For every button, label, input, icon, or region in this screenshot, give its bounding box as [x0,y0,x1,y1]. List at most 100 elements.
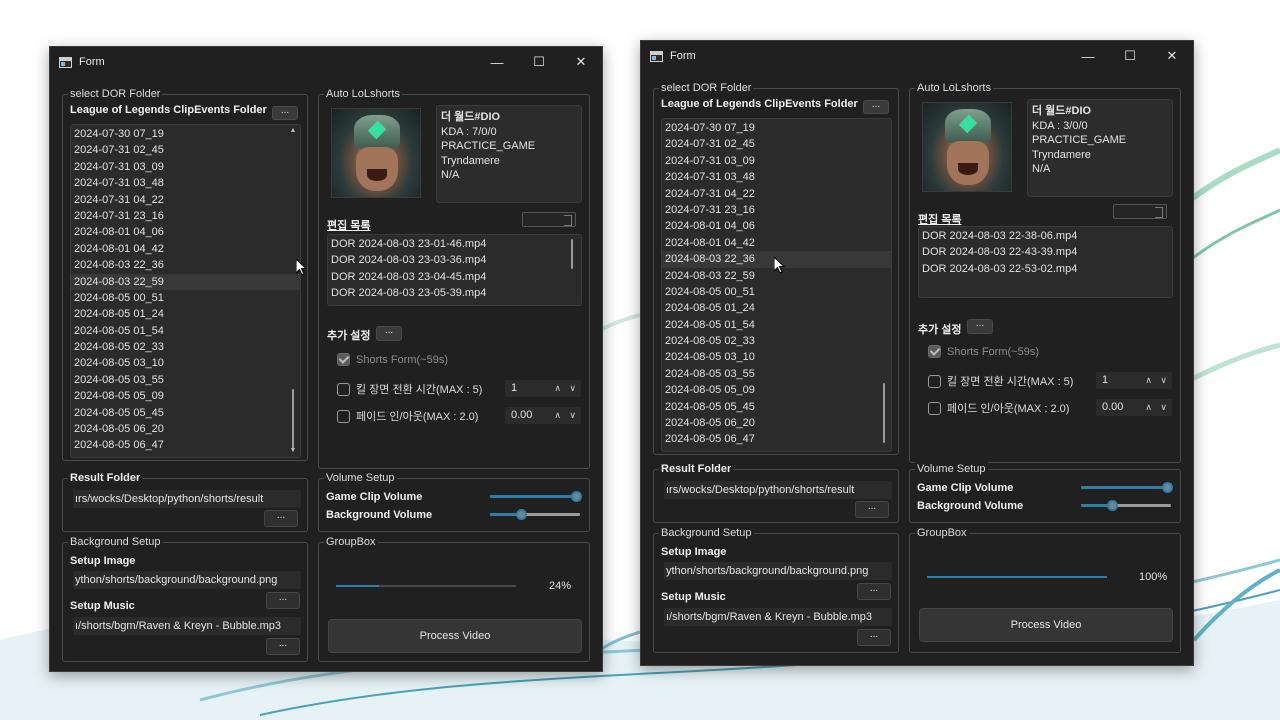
game-clip-volume-slider[interactable] [490,491,583,502]
dor-folder-list[interactable]: 2024-07-30 07_19 2024-07-31 02_45 2024-07-… [70,124,301,458]
dor-folder-list[interactable]: 2024-07-30 07_19 2024-07-31 02_45 2024-07-… [661,118,892,452]
folder-list-item[interactable]: 2024-08-05 03_55 [662,366,891,382]
edit-scrollbar-thumb[interactable] [571,239,573,269]
folder-list-item[interactable]: 2024-07-31 04_22 [662,186,891,202]
spin-down-icon[interactable]: ∨ [569,407,576,424]
result-folder-browse-button[interactable]: ... [855,501,889,518]
edit-file-list[interactable]: DOR 2024-08-03 23-01-46.mp4 DOR 2024-08-0… [327,234,582,306]
folder-list-item[interactable]: 2024-08-03 22_59 [71,273,300,290]
extra-settings-button[interactable]: ... [967,319,993,334]
scrollbar-thumb[interactable] [292,389,294,449]
fade-checkbox[interactable]: 페이드 인/아웃(MAX : 2.0) [337,408,478,424]
title-bar[interactable]: Form — ☐ ✕ [50,47,602,77]
spin-down-icon[interactable]: ∨ [1160,399,1167,416]
folder-list-item[interactable]: 2024-08-05 06_47 [662,431,891,447]
folder-list-item[interactable]: 2024-07-31 04_22 [71,192,300,208]
folder-list-item[interactable]: 2024-07-31 23_16 [71,208,300,224]
folder-list-item[interactable]: 2024-07-31 23_16 [662,202,891,218]
spin-down-icon[interactable]: ∨ [1160,372,1167,389]
folder-list-item[interactable]: 2024-08-05 05_45 [71,405,300,421]
setup-music-browse-button[interactable]: ... [266,638,300,655]
setup-music-browse-button[interactable]: ... [857,629,891,646]
folder-list-item[interactable]: 2024-08-05 02_33 [71,339,300,355]
folder-list-item[interactable]: 2024-08-05 06_20 [71,421,300,437]
setup-image-browse-button[interactable]: ... [857,583,891,600]
setup-music-path[interactable]: ı/shorts/bgm/Raven & Kreyn - Bubble.mp3 [73,617,301,635]
spin-up-icon[interactable]: ∧ [1145,399,1152,416]
kill-transition-spinbox[interactable]: 1 ∧ ∨ [1096,372,1172,389]
edit-file-list[interactable]: DOR 2024-08-03 22-38-06.mp4 DOR 2024-08-0… [918,226,1173,298]
fade-spinbox[interactable]: 0.00 ∧ ∨ [1096,399,1172,416]
scrollbar-thumb[interactable] [883,383,885,443]
kill-transition-checkbox[interactable]: 킬 장면 전환 시간(MAX : 5) [928,373,1073,389]
extra-settings-button[interactable]: ... [376,326,402,341]
folder-list-item[interactable]: 2024-07-31 03_48 [71,175,300,191]
folder-list-item[interactable]: 2024-08-01 04_42 [71,241,300,257]
setup-image-path[interactable]: ython/shorts/background/background.png [664,562,892,580]
folder-list-item[interactable]: 2024-08-05 03_55 [71,372,300,388]
close-icon[interactable]: ✕ [560,47,602,77]
edit-file-item[interactable]: DOR 2024-08-03 23-04-45.mp4 [328,269,581,285]
folder-list-item[interactable]: 2024-08-01 04_06 [71,224,300,240]
folder-list-item[interactable]: 2024-08-01 04_42 [662,235,891,251]
folder-list-item[interactable]: 2024-08-05 00_51 [71,290,300,306]
edit-file-item[interactable]: DOR 2024-08-03 22-38-06.mp4 [919,228,1172,244]
folder-list-item[interactable]: 2024-08-05 03_10 [71,355,300,371]
setup-music-path[interactable]: ı/shorts/bgm/Raven & Kreyn - Bubble.mp3 [664,608,892,626]
edit-file-item[interactable]: DOR 2024-08-03 23-05-39.mp4 [328,285,581,301]
folder-list-item[interactable]: 2024-07-30 07_19 [662,120,891,136]
spin-down-icon[interactable]: ∨ [569,380,576,397]
process-video-button[interactable]: Process Video [919,608,1173,642]
close-icon[interactable]: ✕ [1151,41,1193,71]
folder-list-item[interactable]: 2024-07-31 02_45 [662,136,891,152]
slider-handle[interactable] [1106,500,1118,511]
folder-list-item[interactable]: 2024-08-05 05_09 [71,388,300,404]
title-bar[interactable]: Form — ☐ ✕ [641,41,1193,71]
scroll-down-icon[interactable]: ▼ [289,447,297,455]
fade-checkbox[interactable]: 페이드 인/아웃(MAX : 2.0) [928,400,1069,416]
shorts-form-checkbox[interactable]: Shorts Form(~59s) [337,353,448,366]
maximize-icon[interactable]: ☐ [1109,41,1151,71]
folder-list-scrollbar[interactable] [879,121,889,449]
folder-list-item[interactable]: 2024-08-05 01_24 [662,300,891,316]
shorts-form-checkbox[interactable]: Shorts Form(~59s) [928,345,1039,358]
setup-image-browse-button[interactable]: ... [266,592,300,609]
background-volume-slider[interactable] [1081,500,1171,511]
result-folder-path[interactable]: ırs/wocks/Desktop/python/shorts/result [73,490,301,508]
clip-folder-browse-button[interactable]: ... [272,106,298,120]
game-clip-volume-slider[interactable] [1081,482,1174,493]
folder-list-item[interactable]: 2024-08-05 03_10 [662,349,891,365]
slider-handle[interactable] [515,509,527,520]
folder-list-item[interactable]: 2024-08-05 05_09 [662,382,891,398]
kill-transition-checkbox[interactable]: 킬 장면 전환 시간(MAX : 5) [337,381,482,397]
result-folder-path[interactable]: ırs/wocks/Desktop/python/shorts/result [664,481,892,499]
folder-list-item[interactable]: 2024-08-05 06_20 [662,415,891,431]
slider-handle[interactable] [571,491,583,502]
folder-list-item[interactable]: 2024-08-03 22_36 [71,257,300,273]
fade-spinbox[interactable]: 0.00 ∧ ∨ [505,407,581,424]
edit-file-item[interactable]: DOR 2024-08-03 22-53-02.mp4 [919,261,1172,277]
folder-list-item[interactable]: 2024-07-31 03_09 [662,153,891,169]
kill-transition-spinbox[interactable]: 1 ∧ ∨ [505,380,581,397]
spin-up-icon[interactable]: ∧ [1145,372,1152,389]
folder-list-item[interactable]: 2024-08-05 05_45 [662,399,891,415]
maximize-icon[interactable]: ☐ [518,47,560,77]
folder-list-item[interactable]: 2024-08-05 01_54 [662,317,891,333]
edit-list-scrollbar[interactable] [567,239,577,275]
folder-list-item[interactable]: 2024-07-31 03_09 [71,159,300,175]
folder-list-item[interactable]: 2024-08-05 02_33 [662,333,891,349]
background-volume-slider[interactable] [490,509,580,520]
clip-folder-browse-button[interactable]: ... [863,100,889,114]
slider-handle[interactable] [1162,482,1174,493]
edit-file-item[interactable]: DOR 2024-08-03 22-43-39.mp4 [919,244,1172,260]
minimize-icon[interactable]: — [1067,41,1109,71]
spin-up-icon[interactable]: ∧ [554,380,561,397]
edit-file-item[interactable]: DOR 2024-08-03 23-03-36.mp4 [328,252,581,268]
folder-list-item[interactable]: 2024-08-01 04_06 [662,218,891,234]
folder-list-item[interactable]: 2024-08-05 00_51 [662,284,891,300]
scroll-up-icon[interactable]: ▲ [289,127,297,135]
folder-list-item[interactable]: 2024-07-31 02_45 [71,142,300,158]
result-folder-browse-button[interactable]: ... [264,510,298,527]
folder-list-item[interactable]: 2024-08-05 06_47 [71,437,300,453]
folder-list-item[interactable]: 2024-08-05 01_24 [71,306,300,322]
